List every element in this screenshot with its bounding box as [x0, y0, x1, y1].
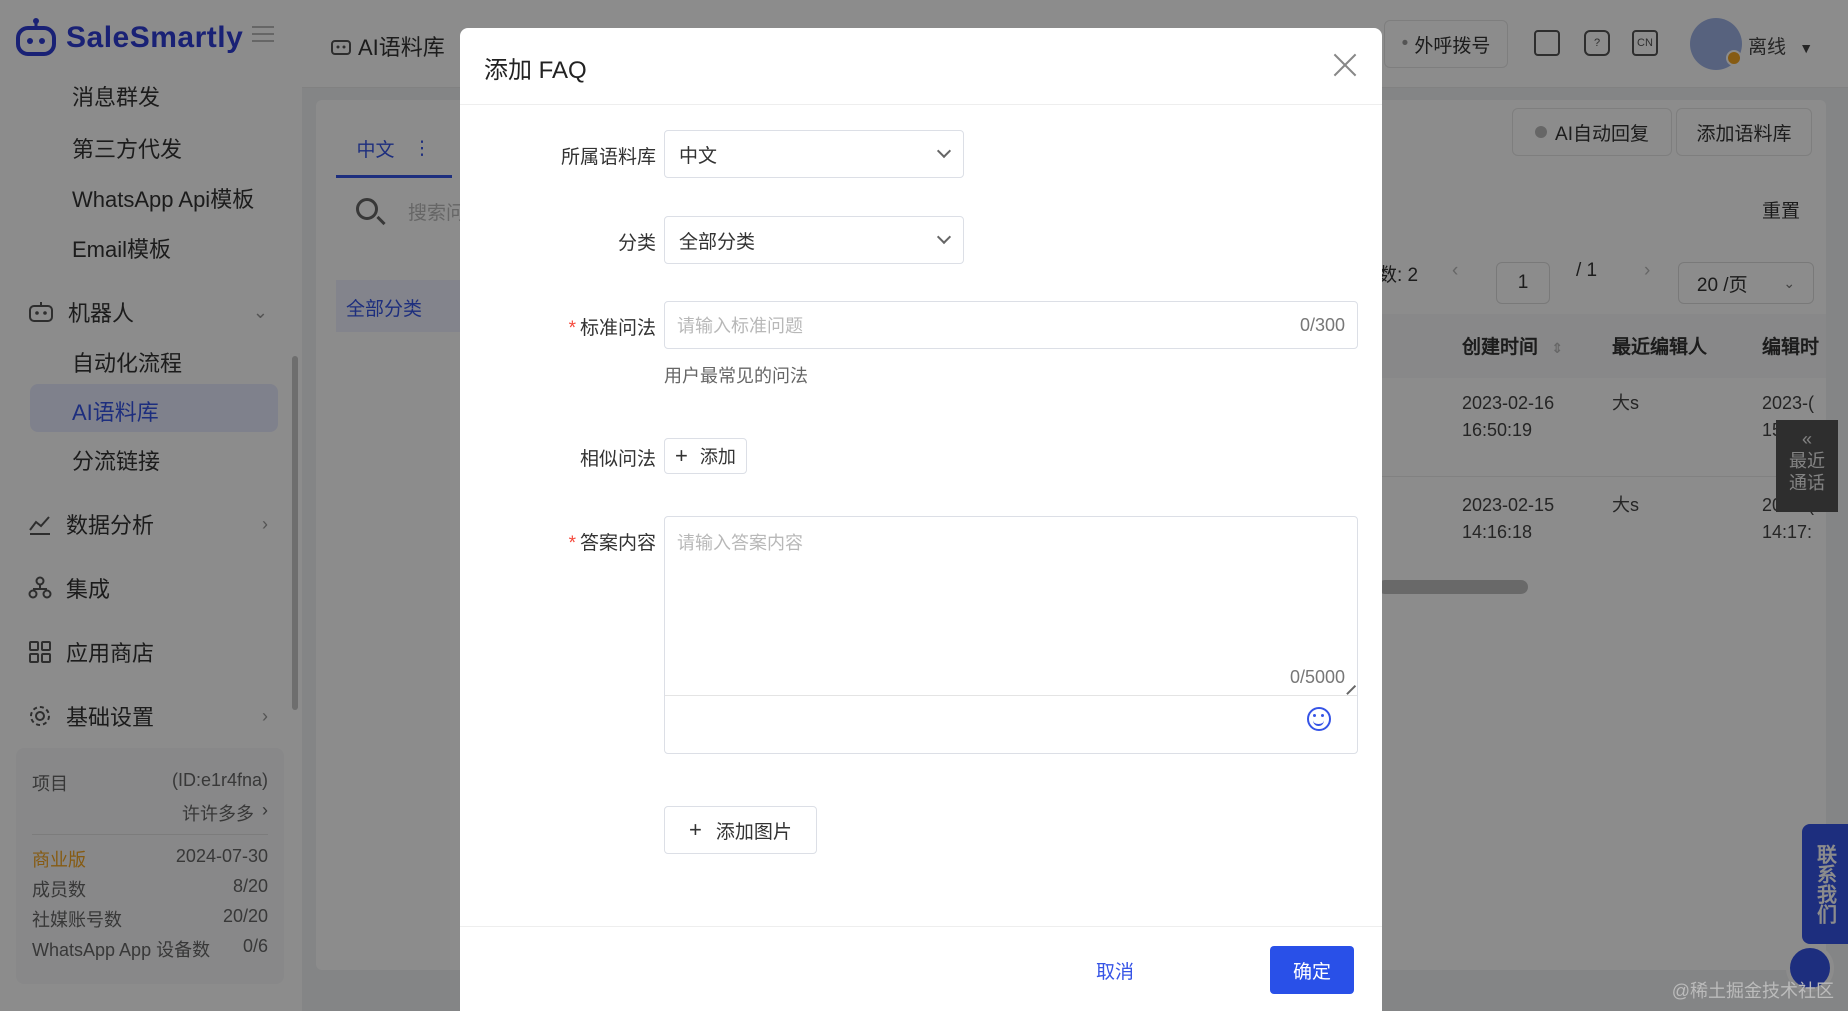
chevron-down-icon — [936, 229, 952, 245]
emoji-icon[interactable] — [1307, 707, 1331, 731]
plus-icon: + — [689, 817, 702, 842]
add-faq-modal: 添加 FAQ 所属语料库 中文 分类 全部分类 * 标准问法 请输入标准问题 0/… — [460, 28, 1382, 1011]
add-image-label: 添加图片 — [715, 821, 792, 843]
question-label-text: 标准问法 — [579, 318, 656, 339]
answer-char-count: 0/5000 — [1289, 667, 1345, 687]
question-hint: 用户最常见的问法 — [664, 366, 808, 386]
corpus-select[interactable]: 中文 — [664, 130, 964, 178]
chevron-down-icon — [936, 143, 952, 159]
answer-label-text: 答案内容 — [579, 533, 656, 554]
cancel-button[interactable]: 取消 — [1070, 946, 1160, 994]
standard-question-input[interactable]: 请输入标准问题 0/300 — [664, 301, 1358, 349]
confirm-button[interactable]: 确定 — [1270, 946, 1354, 994]
divider — [665, 695, 1357, 696]
question-placeholder: 请输入标准问题 — [677, 316, 803, 336]
divider — [460, 926, 1382, 927]
answer-textarea[interactable]: 请输入答案内容 0/5000 — [664, 516, 1358, 754]
add-image-button[interactable]: + 添加图片 — [664, 806, 817, 854]
plus-icon: + — [675, 443, 688, 468]
category-select-value: 全部分类 — [679, 231, 756, 253]
watermark: @稀土掘金技术社区 — [1671, 981, 1834, 1001]
category-select[interactable]: 全部分类 — [664, 216, 964, 264]
add-similar-button[interactable]: + 添加 — [664, 438, 747, 474]
divider — [460, 104, 1382, 105]
resize-handle-icon[interactable] — [1343, 683, 1355, 695]
category-label: 分类 — [617, 233, 656, 254]
add-similar-label: 添加 — [699, 447, 736, 467]
required-asterisk: * — [568, 533, 576, 554]
question-char-count: 0/300 — [1299, 314, 1345, 335]
answer-label: * 答案内容 — [569, 528, 656, 555]
answer-placeholder: 请输入答案内容 — [677, 533, 803, 553]
similar-label: 相似问法 — [579, 449, 656, 470]
close-icon[interactable] — [1332, 52, 1358, 78]
question-label: * 标准问法 — [569, 313, 656, 340]
modal-title: 添加 FAQ — [484, 57, 587, 84]
corpus-select-value: 中文 — [679, 145, 718, 167]
required-asterisk: * — [568, 318, 576, 339]
corpus-label: 所属语料库 — [560, 147, 656, 168]
